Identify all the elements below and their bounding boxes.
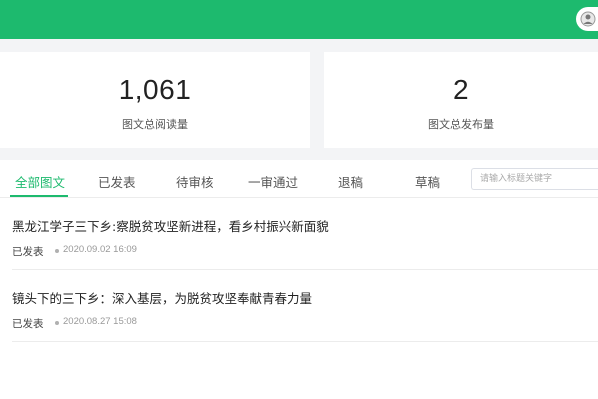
total-published-value: 2 xyxy=(452,74,470,105)
stats-section: 1,061 图文总阅读量 2 图文总发布量 xyxy=(0,52,598,148)
tab-rejected[interactable]: 退稿 xyxy=(338,172,363,191)
total-reads-value: 1,061 xyxy=(118,74,192,105)
separator-dot xyxy=(55,249,59,253)
active-tab-indicator xyxy=(10,195,68,197)
article-status: 已发表 xyxy=(12,318,44,330)
user-avatar[interactable] xyxy=(576,7,598,31)
article-title[interactable]: 黑龙江学子三下乡:察脱贫攻坚新进程，看乡村振兴新面貌 xyxy=(12,216,329,235)
article-title[interactable]: 镜头下的三下乡：深入基层，为脱贫攻坚奉献青春力量 xyxy=(12,288,312,307)
article-panel: 全部图文 已发表 待审核 一审通过 退稿 草稿 黑龙江学子三下乡:察脱贫攻坚新进… xyxy=(0,160,598,399)
top-header-bar xyxy=(0,0,598,39)
tab-drafts[interactable]: 草稿 xyxy=(415,172,440,191)
total-published-label: 图文总发布量 xyxy=(428,118,494,131)
separator-dot xyxy=(55,321,59,325)
total-reads-label: 图文总阅读量 xyxy=(122,118,188,131)
article-timestamp: 2020.08.27 15:08 xyxy=(63,316,137,327)
search-input[interactable] xyxy=(471,168,598,190)
article-status: 已发表 xyxy=(12,246,44,258)
list-item: 黑龙江学子三下乡:察脱贫攻坚新进程，看乡村振兴新面貌 已发表 2020.09.0… xyxy=(12,198,598,270)
article-tabs: 全部图文 已发表 待审核 一审通过 退稿 草稿 xyxy=(0,160,598,198)
article-timestamp: 2020.09.02 16:09 xyxy=(63,244,137,255)
total-reads-card: 1,061 图文总阅读量 xyxy=(0,52,310,148)
tab-first-review-passed[interactable]: 一审通过 xyxy=(248,172,298,191)
list-item: 镜头下的三下乡：深入基层，为脱贫攻坚奉献青春力量 已发表 2020.08.27 … xyxy=(12,270,598,342)
total-published-card: 2 图文总发布量 xyxy=(324,52,598,148)
tab-all[interactable]: 全部图文 xyxy=(15,172,65,191)
user-avatar-icon xyxy=(580,11,596,27)
tab-pending-review[interactable]: 待审核 xyxy=(176,172,214,191)
tab-published[interactable]: 已发表 xyxy=(98,172,136,191)
